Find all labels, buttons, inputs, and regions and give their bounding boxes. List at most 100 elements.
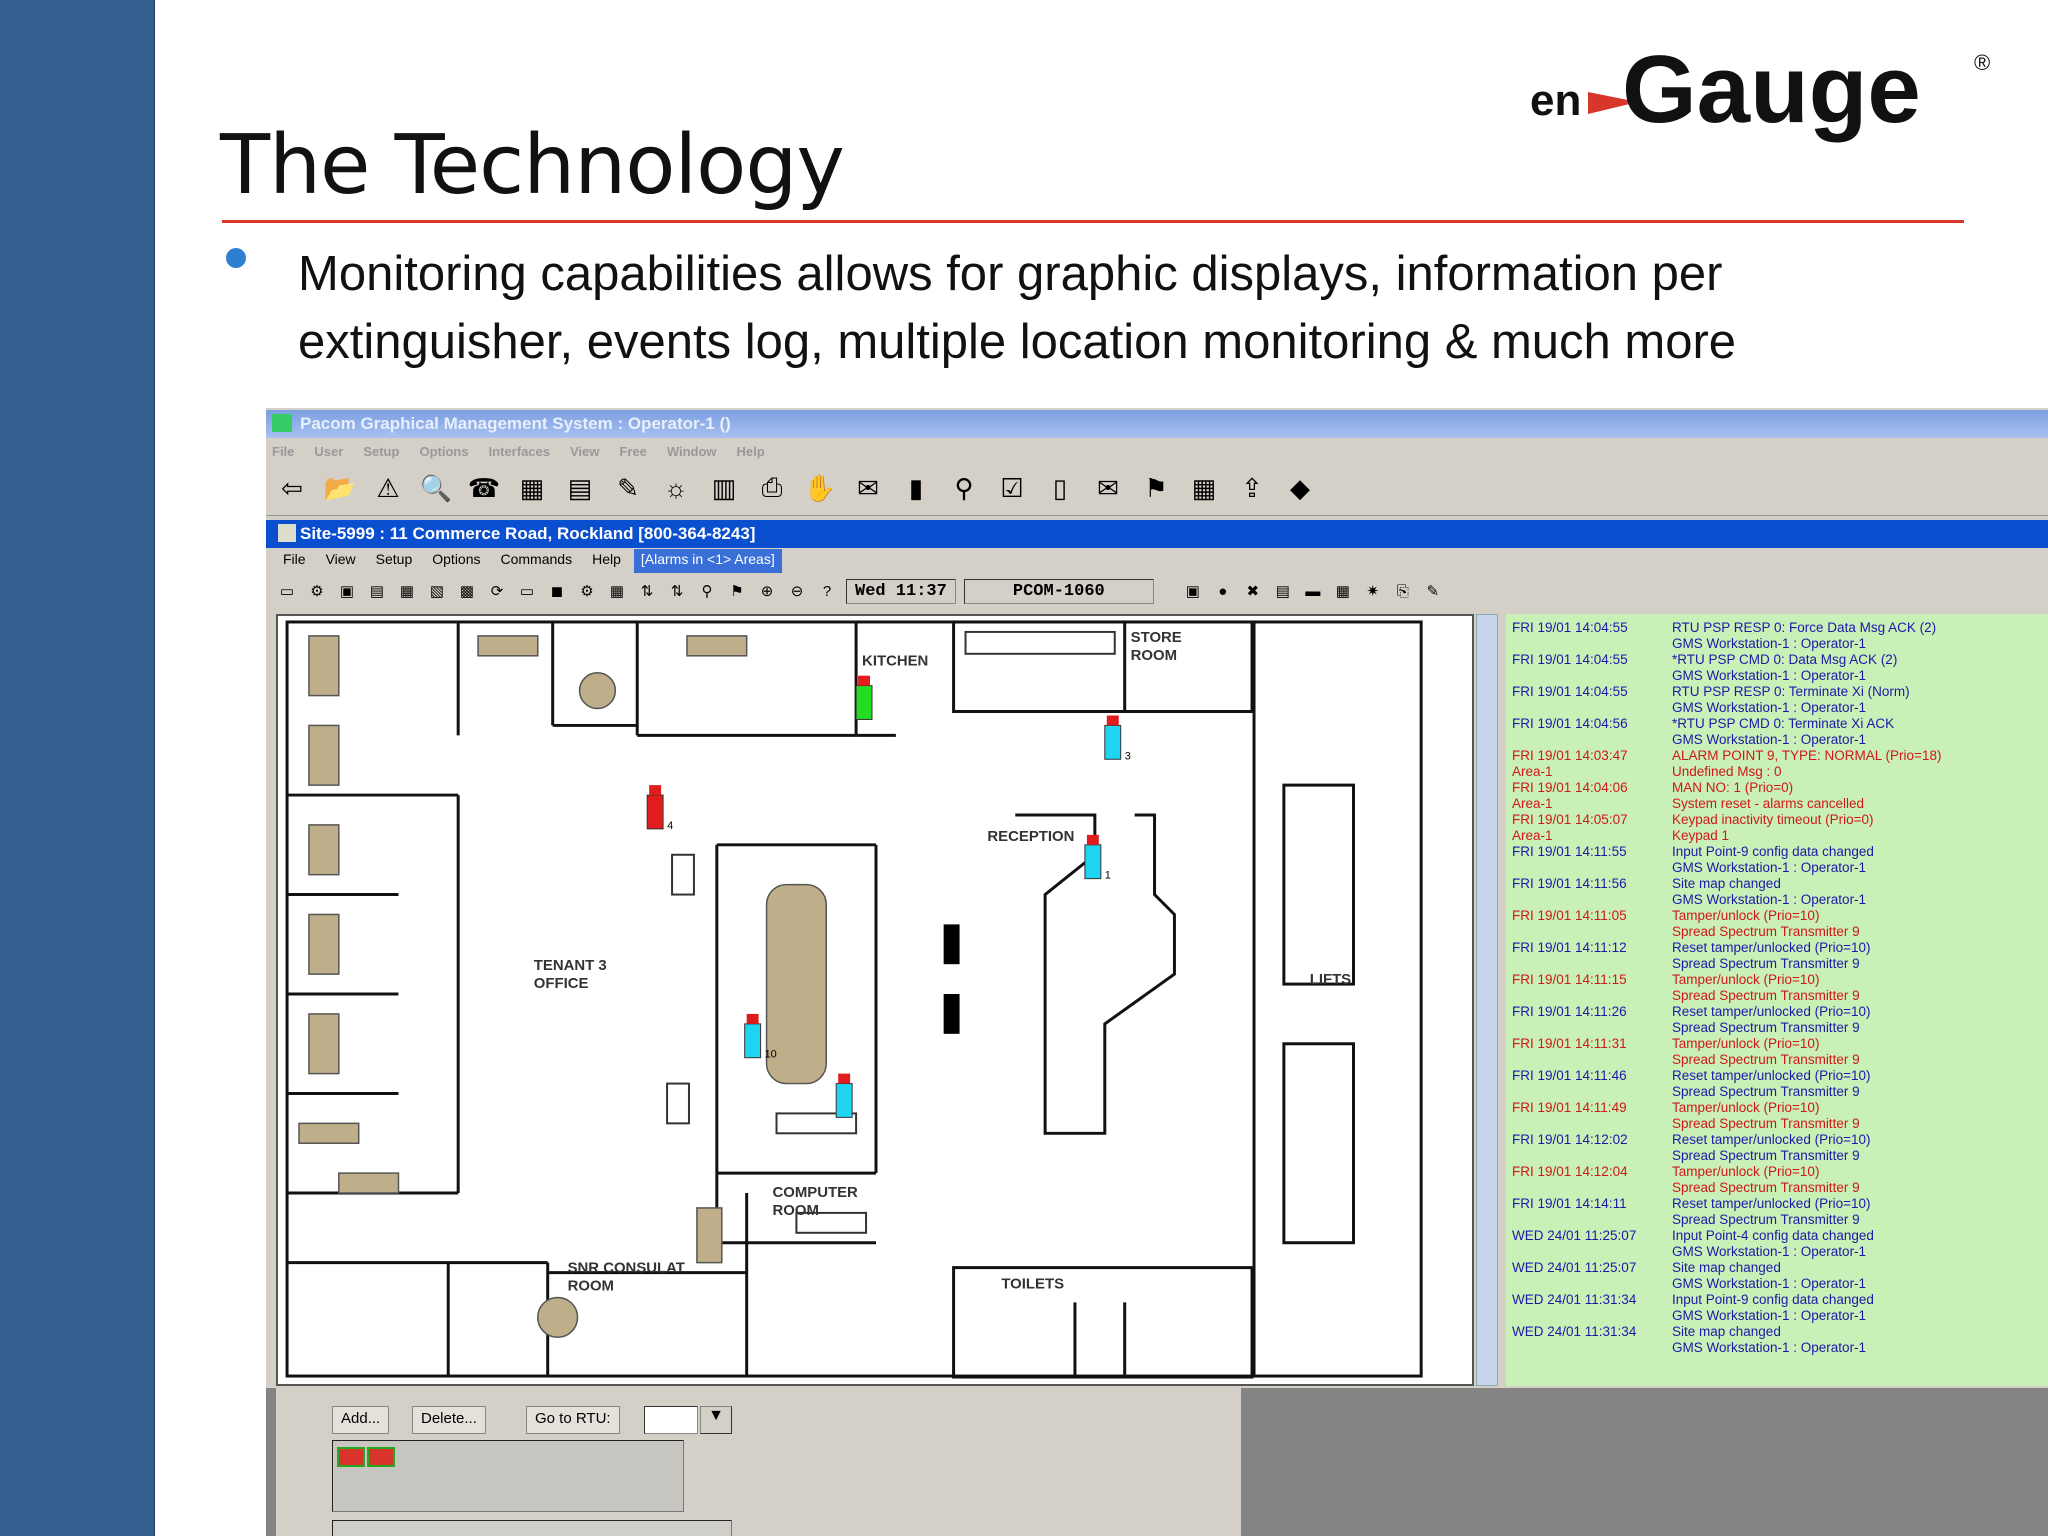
inner-menu-item[interactable]: Help <box>585 549 628 573</box>
toolbar-icon[interactable]: ▬ <box>1302 580 1324 602</box>
toolbar-icon[interactable]: ✎ <box>1422 580 1444 602</box>
inner-menu-item[interactable]: Commands <box>494 549 580 573</box>
toolbar-icon[interactable]: ▭ <box>516 580 538 602</box>
toolbar-icon[interactable]: ? <box>816 580 838 602</box>
log-row[interactable]: FRI 19/01 14:04:06 MAN NO: 1 (Prio=0) <box>1512 780 2042 796</box>
log-row[interactable]: WED 24/01 11:25:07 Site map changed <box>1512 1260 2042 1276</box>
extinguisher-icon[interactable] <box>855 675 873 720</box>
toolbar-icon[interactable]: ▭ <box>276 580 298 602</box>
log-row[interactable]: WED 24/01 11:31:34 Site map changed <box>1512 1324 2042 1340</box>
log-row[interactable]: Spread Spectrum Transmitter 9 <box>1512 1052 2042 1068</box>
toolbar-icon[interactable]: ⚙ <box>576 580 598 602</box>
toolbar-icon[interactable]: ▯ <box>1040 468 1080 508</box>
alarms-indicator[interactable]: [Alarms in <1> Areas] <box>633 549 782 573</box>
alarm-chip[interactable] <box>337 1447 365 1467</box>
log-row[interactable]: FRI 19/01 14:14:11 Reset tamper/unlocked … <box>1512 1196 2042 1212</box>
toolbar-icon[interactable]: ✉ <box>1088 468 1128 508</box>
toolbar-icon[interactable]: ✷ <box>1362 580 1384 602</box>
log-row[interactable]: GMS Workstation-1 : Operator-1 <box>1512 668 2042 684</box>
extinguisher-icon[interactable]: 4 <box>646 785 673 832</box>
toolbar-icon[interactable]: ◼ <box>546 580 568 602</box>
log-row[interactable]: GMS Workstation-1 : Operator-1 <box>1512 860 2042 876</box>
log-row[interactable]: FRI 19/01 14:11:15 Tamper/unlock (Prio=10… <box>1512 972 2042 988</box>
toolbar-icon[interactable]: ✎ <box>608 468 648 508</box>
alarm-chip[interactable] <box>367 1447 395 1467</box>
inner-menu-item[interactable]: File <box>276 549 313 573</box>
log-row[interactable]: WED 24/01 11:25:07 Input Point-4 config d… <box>1512 1228 2042 1244</box>
outer-menu-item[interactable]: Free <box>619 438 646 460</box>
outer-menu-item[interactable]: Help <box>737 438 765 460</box>
outer-menu-item[interactable]: Interfaces <box>489 438 550 460</box>
goto-rtu-input[interactable] <box>644 1406 698 1434</box>
log-row[interactable]: Spread Spectrum Transmitter 9 <box>1512 1116 2042 1132</box>
toolbar-icon[interactable]: ⊖ <box>786 580 808 602</box>
toolbar-icon[interactable]: ⟳ <box>486 580 508 602</box>
toolbar-icon[interactable]: ▧ <box>426 580 448 602</box>
toolbar-icon[interactable]: ✖ <box>1242 580 1264 602</box>
log-row[interactable]: Spread Spectrum Transmitter 9 <box>1512 1148 2042 1164</box>
toolbar-icon[interactable]: 🔍 <box>416 468 456 508</box>
toolbar-icon[interactable]: ⎘ <box>1392 580 1414 602</box>
inner-menu-item[interactable]: Options <box>425 549 487 573</box>
toolbar-icon[interactable]: 📂 <box>320 468 360 508</box>
goto-rtu-dropdown[interactable]: ▼ <box>700 1406 732 1434</box>
toolbar-icon[interactable]: ✋ <box>800 468 840 508</box>
outer-menu-item[interactable]: Window <box>667 438 717 460</box>
toolbar-icon[interactable]: ✉ <box>848 468 888 508</box>
toolbar-icon[interactable]: ⎙ <box>752 468 792 508</box>
toolbar-icon[interactable]: ⊕ <box>756 580 778 602</box>
log-row[interactable]: GMS Workstation-1 : Operator-1 <box>1512 892 2042 908</box>
log-row[interactable]: FRI 19/01 14:04:55 RTU PSP RESP 0: Termin… <box>1512 684 2042 700</box>
log-row[interactable]: Spread Spectrum Transmitter 9 <box>1512 1020 2042 1036</box>
log-row[interactable]: FRI 19/01 14:11:12 Reset tamper/unlocked … <box>1512 940 2042 956</box>
toolbar-icon[interactable]: ▦ <box>1184 468 1224 508</box>
toolbar-icon[interactable]: ☑ <box>992 468 1032 508</box>
log-row[interactable]: GMS Workstation-1 : Operator-1 <box>1512 636 2042 652</box>
log-scrollbar[interactable] <box>1476 614 1498 1386</box>
log-row[interactable]: WED 24/01 11:31:34 Input Point-9 config d… <box>1512 1292 2042 1308</box>
log-row[interactable]: FRI 19/01 14:11:31 Tamper/unlock (Prio=10… <box>1512 1036 2042 1052</box>
toolbar-icon[interactable]: ▦ <box>512 468 552 508</box>
log-row[interactable]: Spread Spectrum Transmitter 9 <box>1512 956 2042 972</box>
inner-menu-item[interactable]: View <box>319 549 363 573</box>
inner-menu-item[interactable]: Setup <box>369 549 420 573</box>
log-row[interactable]: FRI 19/01 14:03:47 ALARM POINT 9, TYPE: N… <box>1512 748 2042 764</box>
toolbar-icon[interactable]: ▮ <box>896 468 936 508</box>
toolbar-icon[interactable]: ▦ <box>396 580 418 602</box>
toolbar-icon[interactable]: ▦ <box>1332 580 1354 602</box>
toolbar-icon[interactable]: ⚠ <box>368 468 408 508</box>
toolbar-icon[interactable]: ▥ <box>704 468 744 508</box>
toolbar-icon[interactable]: ⇦ <box>272 468 312 508</box>
log-row[interactable]: Area-1 Keypad 1 <box>1512 828 2042 844</box>
event-log[interactable]: FRI 19/01 14:04:55 RTU PSP RESP 0: Force … <box>1506 614 2048 1386</box>
toolbar-icon[interactable]: ▤ <box>1272 580 1294 602</box>
log-row[interactable]: Spread Spectrum Transmitter 9 <box>1512 1180 2042 1196</box>
toolbar-icon[interactable]: ⇅ <box>636 580 658 602</box>
log-row[interactable]: FRI 19/01 14:05:07 Keypad inactivity time… <box>1512 812 2042 828</box>
extinguisher-icon[interactable]: 3 <box>1104 715 1131 762</box>
log-row[interactable]: GMS Workstation-1 : Operator-1 <box>1512 1340 2042 1356</box>
toolbar-icon[interactable]: ▣ <box>1182 580 1204 602</box>
add-button[interactable]: Add... <box>332 1406 390 1434</box>
log-row[interactable]: Spread Spectrum Transmitter 9 <box>1512 1084 2042 1100</box>
toolbar-icon[interactable]: ● <box>1212 580 1234 602</box>
log-row[interactable]: GMS Workstation-1 : Operator-1 <box>1512 1308 2042 1324</box>
log-row[interactable]: FRI 19/01 14:11:49 Tamper/unlock (Prio=10… <box>1512 1100 2042 1116</box>
outer-menu-item[interactable]: View <box>570 438 599 460</box>
log-row[interactable]: FRI 19/01 14:04:55 *RTU PSP CMD 0: Data M… <box>1512 652 2042 668</box>
log-row[interactable]: Spread Spectrum Transmitter 9 <box>1512 924 2042 940</box>
toolbar-icon[interactable]: ◆ <box>1280 468 1320 508</box>
log-row[interactable]: GMS Workstation-1 : Operator-1 <box>1512 1276 2042 1292</box>
log-row[interactable]: FRI 19/01 14:12:04 Tamper/unlock (Prio=10… <box>1512 1164 2042 1180</box>
log-row[interactable]: Spread Spectrum Transmitter 9 <box>1512 988 2042 1004</box>
log-row[interactable]: FRI 19/01 14:11:56 Site map changed <box>1512 876 2042 892</box>
toolbar-icon[interactable]: ⚲ <box>944 468 984 508</box>
toolbar-icon[interactable]: ▤ <box>366 580 388 602</box>
toolbar-icon[interactable]: ⚙ <box>306 580 328 602</box>
toolbar-icon[interactable]: ⇪ <box>1232 468 1272 508</box>
log-row[interactable]: FRI 19/01 14:11:26 Reset tamper/unlocked … <box>1512 1004 2042 1020</box>
toolbar-icon[interactable]: ▩ <box>456 580 478 602</box>
toolbar-icon[interactable]: ▦ <box>606 580 628 602</box>
floor-plan-map[interactable]: KITCHEN STORE ROOM RECEPTION TENANT 3 OF… <box>276 614 1474 1386</box>
log-row[interactable]: FRI 19/01 14:12:02 Reset tamper/unlocked … <box>1512 1132 2042 1148</box>
